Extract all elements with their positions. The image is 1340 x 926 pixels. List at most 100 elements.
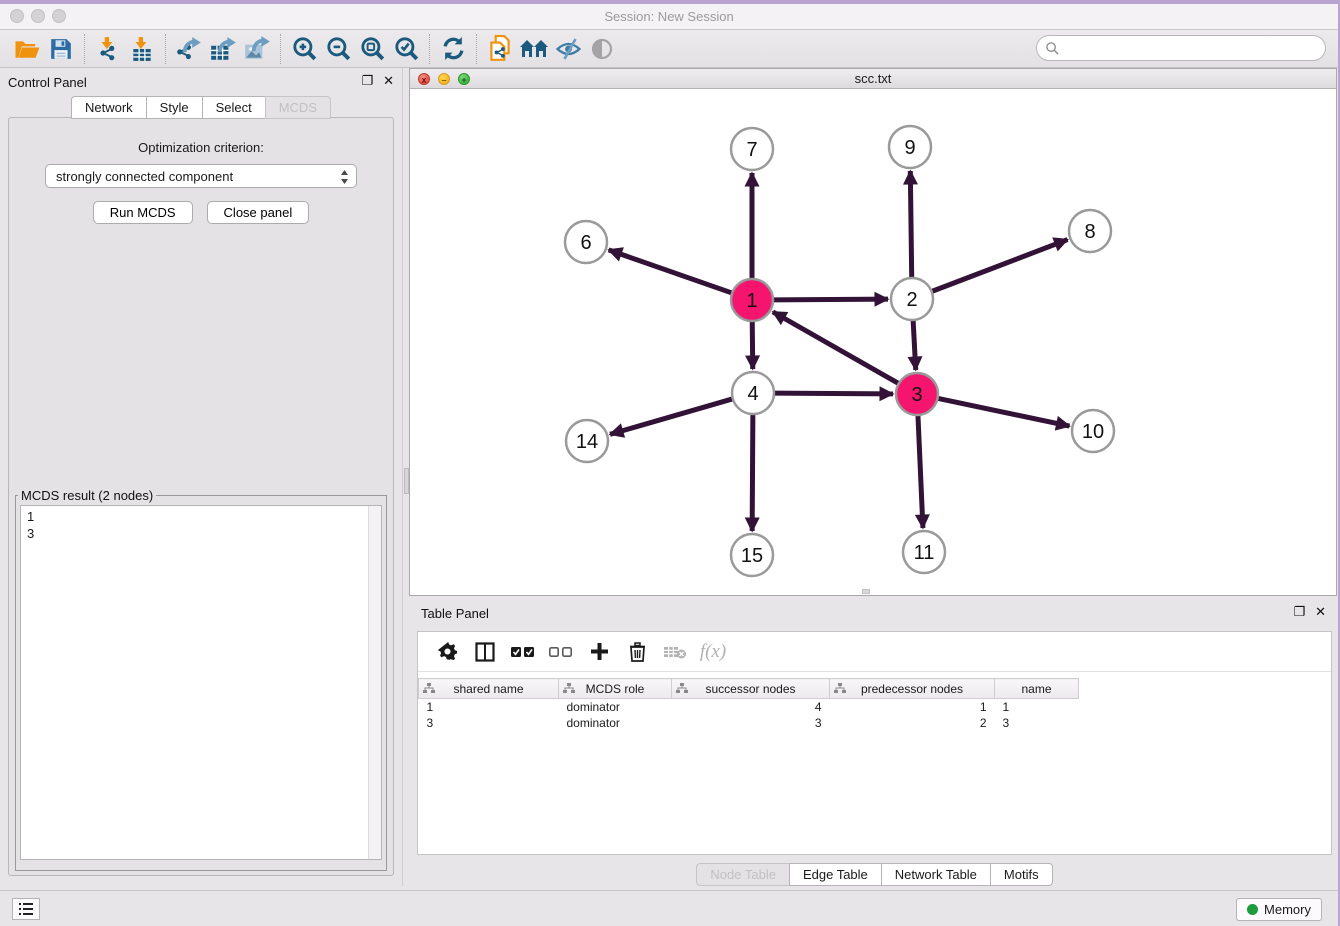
column-header-shared-name[interactable]: shared name [419,679,559,699]
node-label-4: 4 [747,383,758,405]
table-cell[interactable]: 1 [419,699,559,715]
mcds-result-list[interactable]: 1 3 [20,505,382,860]
main-toolbar [0,30,1338,68]
search-input[interactable] [1060,41,1325,56]
table-cell[interactable]: 2 [830,715,995,731]
tab-network[interactable]: Network [71,96,147,119]
select-all-icon[interactable] [508,638,538,666]
criterion-value: strongly connected component [56,169,233,184]
memory-label: Memory [1264,902,1311,917]
criterion-select[interactable]: strongly connected component [45,164,357,188]
control-panel-title: Control Panel [8,75,87,90]
search-field[interactable] [1036,35,1326,61]
table-cell[interactable]: dominator [559,699,672,715]
zoom-in-icon[interactable] [287,34,321,64]
table-cell[interactable]: 3 [672,715,830,731]
node-label-10: 10 [1082,421,1104,443]
function-icon: f(x) [698,638,728,666]
tab-style[interactable]: Style [146,96,203,119]
tab-mcds[interactable]: MCDS [265,96,331,119]
edge-2-3[interactable] [913,320,916,370]
float-panel-icon[interactable]: ❐ [361,74,373,88]
table-float-panel-icon[interactable]: ❐ [1293,605,1305,619]
mcds-result-lines: 1 3 [21,506,381,544]
open-file-icon[interactable] [10,34,44,64]
edge-3-1[interactable] [773,312,899,384]
network-graph-canvas[interactable]: 1234678910111415 [410,89,1336,595]
zoom-selected-icon[interactable] [389,34,423,64]
edge-3-10[interactable] [938,398,1070,426]
delete-icon[interactable] [622,638,652,666]
import-table-icon[interactable] [125,34,159,64]
table-cell[interactable]: dominator [559,715,672,731]
tab-network-table[interactable]: Network Table [881,863,991,886]
column-header-MCDS-role[interactable]: MCDS role [559,679,672,699]
node-table-container: f(x) shared nameMCDS rolesuccessor nodes… [417,631,1332,855]
mcds-result-title: MCDS result (2 nodes) [18,488,156,503]
zoom-out-icon[interactable] [321,34,355,64]
mcds-result-group: MCDS result (2 nodes) 1 3 [15,488,387,871]
table-cell[interactable]: 1 [995,699,1079,715]
edge-1-6[interactable] [609,250,733,293]
edge-3-11[interactable] [918,415,923,528]
memory-button[interactable]: Memory [1236,898,1322,921]
table-row[interactable]: 1dominator411 [419,699,1079,715]
column-header-successor-nodes[interactable]: successor nodes [672,679,830,699]
table-cell[interactable]: 4 [672,699,830,715]
close-panel-button[interactable]: Close panel [207,201,310,224]
table-row[interactable]: 3dominator323 [419,715,1079,731]
result-scrollbar[interactable] [368,506,381,859]
gear-icon[interactable] [432,638,462,666]
network-view-window: x – + scc.txt 1234678910111415 [409,68,1337,596]
column-header-predecessor-nodes[interactable]: predecessor nodes [830,679,995,699]
edge-2-9[interactable] [910,171,911,278]
network-window-titlebar[interactable]: x – + scc.txt [410,69,1336,89]
node-label-3: 3 [911,384,922,406]
table-cell[interactable]: 3 [419,715,559,731]
list-icon [18,902,34,916]
export-network-icon[interactable] [172,34,206,64]
title-bar: Session: New Session [0,4,1338,30]
hide-eye-icon[interactable] [551,34,585,64]
task-history-button[interactable] [12,898,40,920]
duplicate-network-icon[interactable] [483,34,517,64]
refresh-icon[interactable] [436,34,470,64]
toolbar-separator [84,34,85,64]
node-label-15: 15 [741,545,763,567]
export-image-icon[interactable] [240,34,274,64]
edge-2-8[interactable] [932,240,1068,292]
edge-1-4[interactable] [752,321,753,369]
mcds-tab-content: Optimization criterion: strongly connect… [8,117,394,876]
home-icon[interactable] [517,34,551,64]
toolbar-separator [476,34,477,64]
close-panel-icon[interactable]: ✕ [383,74,394,88]
run-mcds-button[interactable]: Run MCDS [93,201,193,224]
table-close-panel-icon[interactable]: ✕ [1315,605,1326,619]
optimization-criterion-label: Optimization criterion: [9,140,393,155]
horizontal-splitter-handle[interactable] [862,589,870,594]
tab-node-table[interactable]: Node Table [696,863,790,886]
table-cell[interactable]: 3 [995,715,1079,731]
tab-select[interactable]: Select [202,96,266,119]
add-icon[interactable] [584,638,614,666]
delete-table-icon [660,638,690,666]
deselect-all-icon[interactable] [546,638,576,666]
node-table[interactable]: shared nameMCDS rolesuccessor nodesprede… [418,678,1079,731]
eye-disabled-icon[interactable] [585,34,619,64]
vertical-splitter[interactable] [402,68,409,886]
import-network-icon[interactable] [91,34,125,64]
edge-4-15[interactable] [752,414,753,531]
columns-icon[interactable] [470,638,500,666]
column-header-name[interactable]: name [995,679,1079,699]
tab-motifs[interactable]: Motifs [990,863,1053,886]
edge-4-14[interactable] [610,399,733,435]
export-table-icon[interactable] [206,34,240,64]
save-session-icon[interactable] [44,34,78,64]
tab-edge-table[interactable]: Edge Table [789,863,882,886]
toolbar-separator [280,34,281,64]
edge-1-2[interactable] [773,299,888,300]
zoom-fit-icon[interactable] [355,34,389,64]
memory-status-icon [1247,904,1258,915]
edge-4-3[interactable] [774,393,893,394]
table-cell[interactable]: 1 [830,699,995,715]
